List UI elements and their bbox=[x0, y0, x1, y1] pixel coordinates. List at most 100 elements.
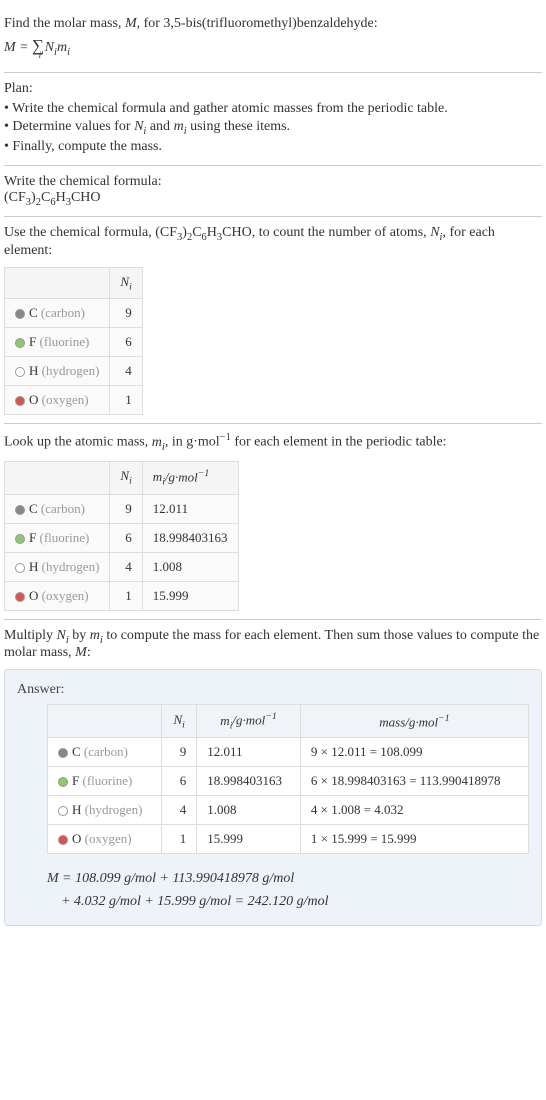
compute-section: Multiply Ni by mi to compute the mass fo… bbox=[4, 620, 542, 927]
eq-M: M bbox=[4, 40, 16, 55]
m-value: 15.999 bbox=[142, 581, 238, 610]
count-atoms-section: Use the chemical formula, (CF3)2C6H3CHO,… bbox=[4, 217, 542, 424]
m-value: 18.998403163 bbox=[197, 767, 301, 796]
step4-suffix: : bbox=[87, 645, 91, 660]
element-dot-icon bbox=[58, 777, 68, 787]
plan-heading: Plan: bbox=[4, 81, 542, 97]
element-dot-icon bbox=[58, 806, 68, 816]
element-symbol: C bbox=[29, 305, 38, 320]
plan-bullet: • Write the chemical formula and gather … bbox=[4, 101, 542, 117]
final-line2: + 4.032 g/mol + 15.999 g/mol = 242.120 g… bbox=[47, 891, 529, 913]
element-symbol: C bbox=[72, 744, 81, 759]
element-cell: O (oxygen) bbox=[5, 386, 110, 415]
chemical-formula-section: Write the chemical formula: (CF3)2C6H3CH… bbox=[4, 166, 542, 217]
element-symbol: C bbox=[29, 501, 38, 516]
ni-header: Ni bbox=[110, 461, 142, 494]
table-row: O (oxygen) 1 15.999 1 × 15.999 = 15.999 bbox=[48, 825, 529, 854]
table-row: C (carbon) 9 12.011 9 × 12.011 = 108.099 bbox=[48, 738, 529, 767]
mass-value: 1 × 15.999 = 15.999 bbox=[300, 825, 528, 854]
element-symbol: O bbox=[29, 392, 38, 407]
empty-header bbox=[48, 705, 162, 738]
element-symbol: O bbox=[29, 588, 38, 603]
chemical-formula: (CF3)2C6H3CHO bbox=[4, 190, 542, 208]
plan-list: • Write the chemical formula and gather … bbox=[4, 101, 542, 155]
table-row: C (carbon) 9 12.011 bbox=[5, 494, 239, 523]
table-header-row: Ni mi/g·mol−1 bbox=[5, 461, 239, 494]
step3-mid: , in g·mol bbox=[165, 435, 220, 450]
element-dot-icon bbox=[15, 563, 25, 573]
element-name: (oxygen) bbox=[81, 831, 131, 846]
intro-text-suffix: , for 3,5-bis(trifluoromethyl)benzaldehy… bbox=[137, 16, 378, 31]
n-value: 1 bbox=[110, 581, 142, 610]
step2-text: Use the chemical formula, bbox=[4, 225, 155, 240]
n-value: 6 bbox=[110, 328, 142, 357]
element-cell: O (oxygen) bbox=[48, 825, 162, 854]
element-name: (carbon) bbox=[38, 501, 85, 516]
table-row: F (fluorine) 6 bbox=[5, 328, 143, 357]
element-name: (fluorine) bbox=[36, 530, 89, 545]
plan-section: Plan: • Write the chemical formula and g… bbox=[4, 73, 542, 166]
step1-heading: Write the chemical formula: bbox=[4, 174, 542, 190]
n-value: 9 bbox=[162, 738, 197, 767]
element-dot-icon bbox=[58, 748, 68, 758]
step3-sup: −1 bbox=[220, 432, 231, 443]
element-cell: F (fluorine) bbox=[5, 328, 110, 357]
element-symbol: H bbox=[29, 559, 38, 574]
molar-mass-equation: M = ∑i Nimi bbox=[4, 36, 542, 60]
element-name: (oxygen) bbox=[38, 588, 88, 603]
intro-section: Find the molar mass, M , for 3,5-bis(trif… bbox=[4, 8, 542, 73]
final-line2-text: + 4.032 g/mol + 15.999 g/mol = 242.120 g… bbox=[47, 894, 329, 909]
mass-header: mass/g·mol−1 bbox=[300, 705, 528, 738]
element-name: (fluorine) bbox=[79, 773, 132, 788]
m-value: 15.999 bbox=[197, 825, 301, 854]
answer-box: Answer: Ni mi/g·mol−1 mass/g·mol−1 C (ca… bbox=[4, 669, 542, 926]
element-cell: F (fluorine) bbox=[48, 767, 162, 796]
step2-mid: , to count the number of atoms, bbox=[252, 225, 430, 240]
eq-N: N bbox=[41, 40, 54, 55]
table-row: H (hydrogen) 4 1.008 4 × 1.008 = 4.032 bbox=[48, 796, 529, 825]
m-value: 1.008 bbox=[197, 796, 301, 825]
n-value: 6 bbox=[162, 767, 197, 796]
step2-heading: Use the chemical formula, (CF3)2C6H3CHO,… bbox=[4, 225, 542, 259]
element-cell: C (carbon) bbox=[48, 738, 162, 767]
atomic-mass-table: Ni mi/g·mol−1 C (carbon) 9 12.011 F (flu… bbox=[4, 461, 239, 611]
element-cell: H (hydrogen) bbox=[5, 357, 110, 386]
answer-table: Ni mi/g·mol−1 mass/g·mol−1 C (carbon) 9 … bbox=[47, 704, 529, 854]
step4-heading: Multiply Ni by mi to compute the mass fo… bbox=[4, 628, 542, 662]
atomic-mass-section: Look up the atomic mass, mi, in g·mol−1 … bbox=[4, 424, 542, 619]
step4-text: Multiply bbox=[4, 628, 57, 643]
mass-value: 6 × 18.998403163 = 113.990418978 bbox=[300, 767, 528, 796]
element-name: (hydrogen) bbox=[38, 559, 99, 574]
plan-bullet: • Finally, compute the mass. bbox=[4, 139, 542, 155]
m-value: 12.011 bbox=[142, 494, 238, 523]
n-value: 9 bbox=[110, 299, 142, 328]
element-name: (carbon) bbox=[81, 744, 128, 759]
element-cell: F (fluorine) bbox=[5, 523, 110, 552]
n-value: 1 bbox=[110, 386, 142, 415]
table-row: H (hydrogen) 4 bbox=[5, 357, 143, 386]
table-row: O (oxygen) 1 bbox=[5, 386, 143, 415]
element-dot-icon bbox=[15, 534, 25, 544]
element-name: (oxygen) bbox=[38, 392, 88, 407]
mass-value: 4 × 1.008 = 4.032 bbox=[300, 796, 528, 825]
element-dot-icon bbox=[15, 367, 25, 377]
table-row: H (hydrogen) 4 1.008 bbox=[5, 552, 239, 581]
element-dot-icon bbox=[15, 592, 25, 602]
element-cell: C (carbon) bbox=[5, 494, 110, 523]
step3-text: Look up the atomic mass, bbox=[4, 435, 152, 450]
final-line1: M = 108.099 g/mol + 113.990418978 g/mol bbox=[47, 868, 529, 890]
answer-label: Answer: bbox=[17, 682, 529, 698]
intro-text: Find the molar mass, bbox=[4, 16, 125, 31]
element-dot-icon bbox=[15, 338, 25, 348]
n-value: 1 bbox=[162, 825, 197, 854]
step4-mid1: by bbox=[69, 628, 90, 643]
empty-header bbox=[5, 267, 110, 299]
table-header-row: Ni bbox=[5, 267, 143, 299]
table-header-row: Ni mi/g·mol−1 mass/g·mol−1 bbox=[48, 705, 529, 738]
element-cell: H (hydrogen) bbox=[5, 552, 110, 581]
mi-header: mi/g·mol−1 bbox=[197, 705, 301, 738]
m-value: 1.008 bbox=[142, 552, 238, 581]
eq-m: m bbox=[57, 40, 67, 55]
table-row: C (carbon) 9 bbox=[5, 299, 143, 328]
eq-equals: = bbox=[16, 40, 32, 55]
